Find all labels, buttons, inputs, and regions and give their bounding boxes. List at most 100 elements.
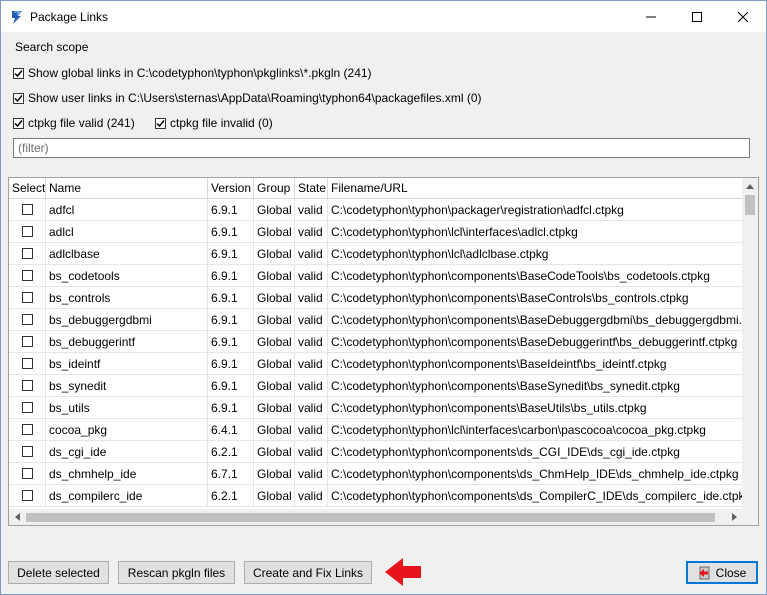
table-row[interactable]: adlclbase 6.9.1 Global valid C:\codetyph… xyxy=(9,243,742,265)
state-cell: valid xyxy=(295,243,328,264)
column-header-state[interactable]: State xyxy=(295,178,328,198)
maximize-icon xyxy=(692,11,702,22)
table-row[interactable]: ds_compilerc_ide 6.2.1 Global valid C:\c… xyxy=(9,485,742,507)
table-row[interactable]: bs_codetools 6.9.1 Global valid C:\codet… xyxy=(9,265,742,287)
window-close-button[interactable] xyxy=(720,1,766,32)
checkbox-unchecked-icon xyxy=(21,314,33,325)
table-row[interactable]: bs_utils 6.9.1 Global valid C:\codetypho… xyxy=(9,397,742,419)
table-row[interactable]: ds_cgi_ide 6.2.1 Global valid C:\codetyp… xyxy=(9,441,742,463)
checkbox-unchecked-icon xyxy=(21,204,33,215)
select-cell[interactable] xyxy=(9,331,46,352)
minimize-button[interactable] xyxy=(628,1,674,32)
checkbox-checked-icon xyxy=(13,67,24,79)
checkbox-checked-icon xyxy=(13,92,24,104)
select-cell[interactable] xyxy=(9,221,46,242)
version-cell: 6.9.1 xyxy=(208,397,254,418)
window-title: Package Links xyxy=(30,9,109,24)
version-cell: 6.9.1 xyxy=(208,265,254,286)
table-row[interactable]: bs_synedit 6.9.1 Global valid C:\codetyp… xyxy=(9,375,742,397)
name-cell: adlclbase xyxy=(46,243,208,264)
filename-cell: C:\codetyphon\typhon\lcl\adlclbase.ctpkg xyxy=(331,247,549,261)
select-cell[interactable] xyxy=(9,463,46,484)
filter-input[interactable] xyxy=(13,138,750,158)
horizontal-scrollbar[interactable] xyxy=(9,509,742,525)
show-global-links-checkbox[interactable]: Show global links in C:\codetyphon\typho… xyxy=(13,66,372,80)
version-cell: 6.9.1 xyxy=(208,331,254,352)
table-row[interactable]: cocoa_pkg 6.4.1 Global valid C:\codetyph… xyxy=(9,419,742,441)
table-row[interactable]: adfcl 6.9.1 Global valid C:\codetyphon\t… xyxy=(9,199,742,221)
scrollbar-corner xyxy=(742,509,758,525)
state-cell: valid xyxy=(295,265,328,286)
checkbox-unchecked-icon xyxy=(21,490,33,501)
filename-cell: C:\codetyphon\typhon\components\BaseIdei… xyxy=(331,357,667,371)
group-cell: Global xyxy=(254,331,295,352)
select-cell[interactable] xyxy=(9,265,46,286)
checkbox-unchecked-icon xyxy=(21,468,33,479)
table-row[interactable]: bs_debuggerintf 6.9.1 Global valid C:\co… xyxy=(9,331,742,353)
select-cell[interactable] xyxy=(9,375,46,396)
scroll-up-arrow-icon[interactable] xyxy=(742,178,758,194)
select-cell[interactable] xyxy=(9,199,46,220)
ctpkg-invalid-checkbox[interactable]: ctpkg file invalid (0) xyxy=(155,116,273,130)
select-cell[interactable] xyxy=(9,485,46,506)
select-cell[interactable] xyxy=(9,419,46,440)
name-cell: bs_utils xyxy=(46,397,208,418)
create-fix-links-button[interactable]: Create and Fix Links xyxy=(244,561,372,584)
scroll-right-arrow-icon[interactable] xyxy=(726,509,742,525)
version-cell: 6.9.1 xyxy=(208,287,254,308)
state-cell: valid xyxy=(295,485,328,506)
table-row[interactable]: ds_chmhelp_ide 6.7.1 Global valid C:\cod… xyxy=(9,463,742,485)
group-cell: Global xyxy=(254,397,295,418)
name-cell: cocoa_pkg xyxy=(46,419,208,440)
state-cell: valid xyxy=(295,353,328,374)
ctpkg-valid-checkbox[interactable]: ctpkg file valid (241) xyxy=(13,116,135,130)
close-icon xyxy=(738,11,748,22)
name-cell: adfcl xyxy=(46,199,208,220)
table-row[interactable]: bs_debuggergdbmi 6.9.1 Global valid C:\c… xyxy=(9,309,742,331)
state-cell: valid xyxy=(295,441,328,462)
group-cell: Global xyxy=(254,353,295,374)
filename-cell: C:\codetyphon\typhon\lcl\interfaces\adlc… xyxy=(331,225,578,239)
filename-cell: C:\codetyphon\typhon\lcl\interfaces\carb… xyxy=(331,423,706,437)
vertical-scrollbar[interactable] xyxy=(742,178,758,509)
scroll-left-arrow-icon[interactable] xyxy=(9,509,25,525)
table-row[interactable]: bs_controls 6.9.1 Global valid C:\codety… xyxy=(9,287,742,309)
checkbox-checked-icon xyxy=(13,117,24,129)
group-cell: Global xyxy=(254,287,295,308)
select-cell[interactable] xyxy=(9,441,46,462)
name-cell: bs_debuggerintf xyxy=(46,331,208,352)
select-cell[interactable] xyxy=(9,287,46,308)
group-cell: Global xyxy=(254,221,295,242)
state-cell: valid xyxy=(295,331,328,352)
column-header-filename[interactable]: Filename/URL xyxy=(328,178,742,198)
column-header-group[interactable]: Group xyxy=(254,178,295,198)
delete-selected-button[interactable]: Delete selected xyxy=(8,561,109,584)
version-cell: 6.9.1 xyxy=(208,243,254,264)
select-cell[interactable] xyxy=(9,397,46,418)
table-row[interactable]: adlcl 6.9.1 Global valid C:\codetyphon\t… xyxy=(9,221,742,243)
group-cell: Global xyxy=(254,485,295,506)
select-cell[interactable] xyxy=(9,353,46,374)
version-cell: 6.2.1 xyxy=(208,485,254,506)
column-header-version[interactable]: Version xyxy=(208,178,254,198)
name-cell: bs_codetools xyxy=(46,265,208,286)
rescan-pkgln-button[interactable]: Rescan pkgln files xyxy=(118,561,235,584)
column-header-select[interactable]: Select xyxy=(9,178,46,198)
table-row[interactable]: bs_ideintf 6.9.1 Global valid C:\codetyp… xyxy=(9,353,742,375)
select-cell[interactable] xyxy=(9,309,46,330)
column-header-name[interactable]: Name xyxy=(46,178,208,198)
vertical-scroll-thumb[interactable] xyxy=(745,195,755,215)
maximize-button[interactable] xyxy=(674,1,720,32)
package-grid: Select Name Version Group State Filename… xyxy=(8,177,759,526)
close-button[interactable]: Close xyxy=(686,561,758,584)
state-cell: valid xyxy=(295,309,328,330)
show-user-links-checkbox[interactable]: Show user links in C:\Users\sternas\AppD… xyxy=(13,91,482,105)
filename-cell: C:\codetyphon\typhon\components\ds_ChmHe… xyxy=(331,467,739,481)
horizontal-scroll-thumb[interactable] xyxy=(26,513,715,522)
filename-cell: C:\codetyphon\typhon\components\BaseCode… xyxy=(331,269,710,283)
checkbox-unchecked-icon xyxy=(21,270,33,281)
grid-header: Select Name Version Group State Filename… xyxy=(9,178,742,199)
checkbox-unchecked-icon xyxy=(21,248,33,259)
select-cell[interactable] xyxy=(9,243,46,264)
state-cell: valid xyxy=(295,221,328,242)
